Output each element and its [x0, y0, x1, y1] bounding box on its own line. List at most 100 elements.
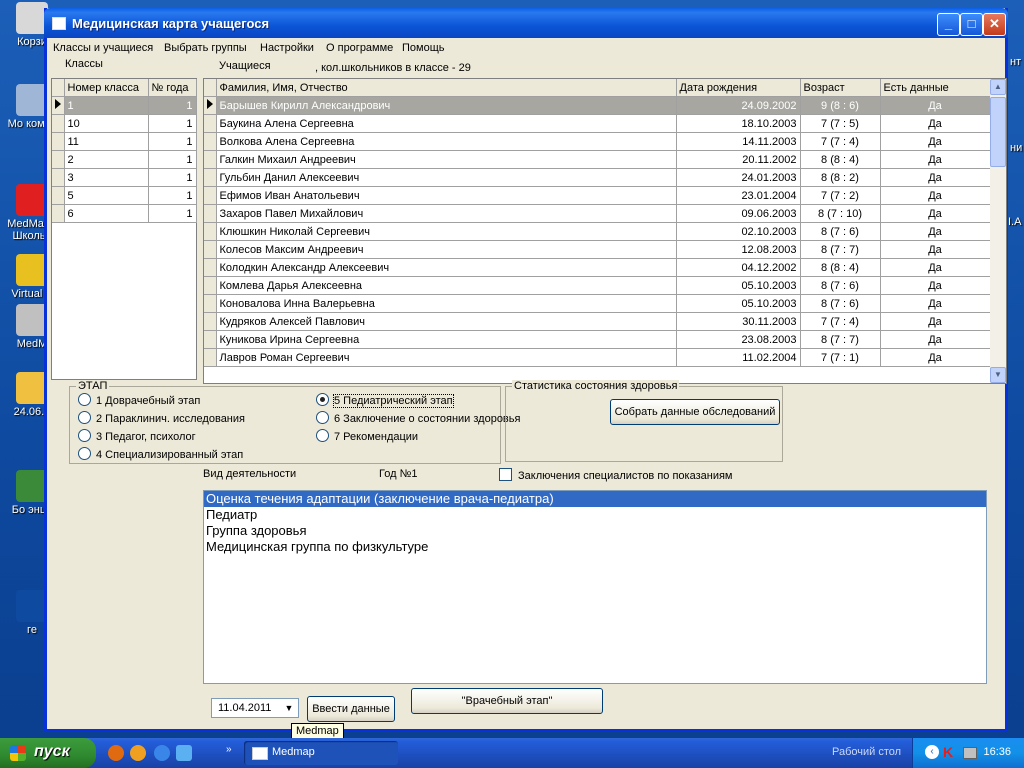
antivirus-icon[interactable]: K: [943, 745, 957, 759]
class-row[interactable]: 51: [52, 186, 197, 205]
menu-classes[interactable]: Классы и учащиеся: [53, 42, 153, 54]
column-header[interactable]: Дата рождения: [676, 79, 801, 97]
activity-list-item[interactable]: Группа здоровья: [204, 523, 986, 539]
radio-circle[interactable]: [316, 429, 329, 442]
date-picker[interactable]: 11.04.2011 ▼: [211, 698, 299, 718]
class-row[interactable]: 10 1: [52, 114, 197, 133]
radio-circle[interactable]: [78, 393, 91, 406]
class-cell: 1: [148, 168, 197, 187]
student-row[interactable]: Барышев Кирилл Александрович 24.09.2002 9 …: [204, 96, 991, 115]
radio-circle[interactable]: [78, 447, 91, 460]
activity-list-item[interactable]: Медицинская группа по физкультуре: [204, 539, 986, 555]
student-row[interactable]: Кудряков Алексей Павлович 30.11.2003 7 (7 …: [204, 312, 991, 331]
student-row[interactable]: Захаров Павел Михайлович 09.06.2003 8 (7 :…: [204, 204, 991, 223]
class-row[interactable]: 61: [52, 204, 197, 223]
activity-listbox[interactable]: Оценка течения адаптации (заключение вра…: [203, 490, 987, 684]
scroll-thumb[interactable]: [990, 97, 1006, 167]
radio-circle[interactable]: [316, 411, 329, 424]
class-cell: 2: [64, 150, 149, 169]
enter-data-button[interactable]: Ввести данные: [307, 696, 395, 722]
tray-chevron-icon[interactable]: ‹: [925, 745, 939, 759]
app-icon: [52, 17, 66, 30]
column-header[interactable]: Фамилия, Имя, Отчество: [216, 79, 677, 97]
radio-circle[interactable]: [78, 429, 91, 442]
maximize-button[interactable]: □: [960, 13, 983, 36]
student-row[interactable]: Куникова Ирина Сергеевна 23.08.2003 8 (7 :…: [204, 330, 991, 349]
stage-radio[interactable]: 7 Рекомендации: [316, 429, 418, 443]
stage-radio[interactable]: 6 Заключение о состоянии здоровья: [316, 411, 520, 425]
classes-label: Классы: [65, 58, 103, 70]
quicklaunch-chevron-icon[interactable]: »: [226, 744, 232, 755]
menu-help[interactable]: Помощь: [402, 42, 445, 54]
class-row[interactable]: 11 1: [52, 132, 197, 151]
medmap-window: Медицинская карта учащегося _ □ ✕ Классы…: [44, 8, 1008, 739]
student-cell: Да: [880, 258, 991, 277]
specialists-checkbox[interactable]: Заключения специалистов по показаниям: [499, 468, 733, 482]
messenger-icon[interactable]: [130, 745, 146, 761]
student-row[interactable]: Лавров Роман Сергеевич 11.02.2004 7 (7 : 1…: [204, 348, 991, 367]
window-titlebar[interactable]: Медицинская карта учащегося _ □ ✕: [44, 8, 1008, 38]
menu-groups[interactable]: Выбрать группы: [164, 42, 247, 54]
start-button[interactable]: пуск: [0, 738, 96, 768]
radio-label: 6 Заключение о состоянии здоровья: [334, 413, 521, 425]
ie-icon[interactable]: [154, 745, 170, 761]
student-row[interactable]: Волкова Алена Сергеевна 14.11.2003 7 (7 : …: [204, 132, 991, 151]
students-grid: Фамилия, Имя, Отчество Дата рождения Воз…: [203, 78, 1007, 384]
row-indicator: [52, 150, 65, 169]
student-row[interactable]: Колодкин Александр Алексеевич 04.12.2002 8…: [204, 258, 991, 277]
stage-radio[interactable]: 3 Педагог, психолог: [78, 429, 196, 443]
student-row[interactable]: Колесов Максим Андреевич 12.08.2003 8 (7 :…: [204, 240, 991, 259]
stage-group-label: ЭТАП: [76, 380, 110, 392]
menu-settings[interactable]: Настройки: [260, 42, 314, 54]
column-header[interactable]: Возраст: [800, 79, 881, 97]
minimize-button[interactable]: _: [937, 13, 960, 36]
desktop-toolbar-label[interactable]: Рабочий стол: [832, 746, 901, 758]
student-cell: 20.11.2002: [676, 150, 801, 169]
student-cell: Лавров Роман Сергеевич: [216, 348, 677, 367]
collect-data-button[interactable]: Собрать данные обследований: [610, 399, 780, 425]
student-row[interactable]: Гульбин Данил Алексеевич 24.01.2003 8 (8 :…: [204, 168, 991, 187]
student-row[interactable]: Коновалова Инна Валерьевна 05.10.2003 8 (7…: [204, 294, 991, 313]
close-button[interactable]: ✕: [983, 13, 1006, 36]
scroll-down-button[interactable]: ▼: [990, 367, 1006, 383]
checkbox-box[interactable]: [499, 468, 512, 481]
class-row[interactable]: 11: [52, 96, 197, 115]
student-cell: Клюшкин Николай Сергеевич: [216, 222, 677, 241]
student-cell: Барышев Кирилл Александрович: [216, 96, 677, 115]
browser-icon[interactable]: [108, 745, 124, 761]
student-row[interactable]: Ефимов Иван Анатольевич 23.01.2004 7 (7 : …: [204, 186, 991, 205]
radio-circle[interactable]: [78, 411, 91, 424]
medical-stage-button[interactable]: "Врачебный этап": [411, 688, 603, 714]
activity-list-item[interactable]: Оценка течения адаптации (заключение вра…: [204, 491, 986, 507]
column-header[interactable]: Есть данные: [880, 79, 991, 97]
network-icon[interactable]: [963, 747, 977, 759]
students-scrollbar[interactable]: ▲ ▼: [990, 79, 1006, 383]
media-icon[interactable]: [176, 745, 192, 761]
row-indicator: [204, 240, 217, 259]
column-header[interactable]: Номер класса: [64, 79, 149, 97]
stage-radio[interactable]: 1 Доврачебный этап: [78, 393, 200, 407]
activity-list-item[interactable]: Педиатр: [204, 507, 986, 523]
stage-radio[interactable]: 2 Параклинич. исследования: [78, 411, 245, 425]
scroll-up-button[interactable]: ▲: [990, 79, 1006, 95]
student-row[interactable]: Баукина Алена Сергеевна 18.10.2003 7 (7 : …: [204, 114, 991, 133]
student-row[interactable]: Комлева Дарья Алексеевна 05.10.2003 8 (7 :…: [204, 276, 991, 295]
stage-radio[interactable]: 5 Педиатрический этап: [316, 393, 454, 408]
row-indicator: [204, 330, 217, 349]
class-row[interactable]: 21: [52, 150, 197, 169]
radio-circle[interactable]: [316, 393, 329, 406]
student-row[interactable]: Клюшкин Николай Сергеевич 02.10.2003 8 (7 …: [204, 222, 991, 241]
dropdown-arrow-icon[interactable]: ▼: [282, 701, 296, 715]
column-header[interactable]: № года: [148, 79, 197, 97]
student-cell: Да: [880, 150, 991, 169]
student-row[interactable]: Галкин Михаил Андреевич 20.11.2002 8 (8 : …: [204, 150, 991, 169]
class-cell: 5: [64, 186, 149, 205]
stage-radio[interactable]: 4 Специализированный этап: [78, 447, 243, 461]
system-tray: ‹ K 16:36: [912, 738, 1024, 768]
student-cell: 8 (7 : 10): [800, 204, 881, 223]
task-medmap[interactable]: Medmap: [244, 741, 398, 765]
class-row[interactable]: 31: [52, 168, 197, 187]
menu-about[interactable]: О программе: [326, 42, 393, 54]
row-indicator: [52, 168, 65, 187]
class-cell: 1: [148, 132, 197, 151]
